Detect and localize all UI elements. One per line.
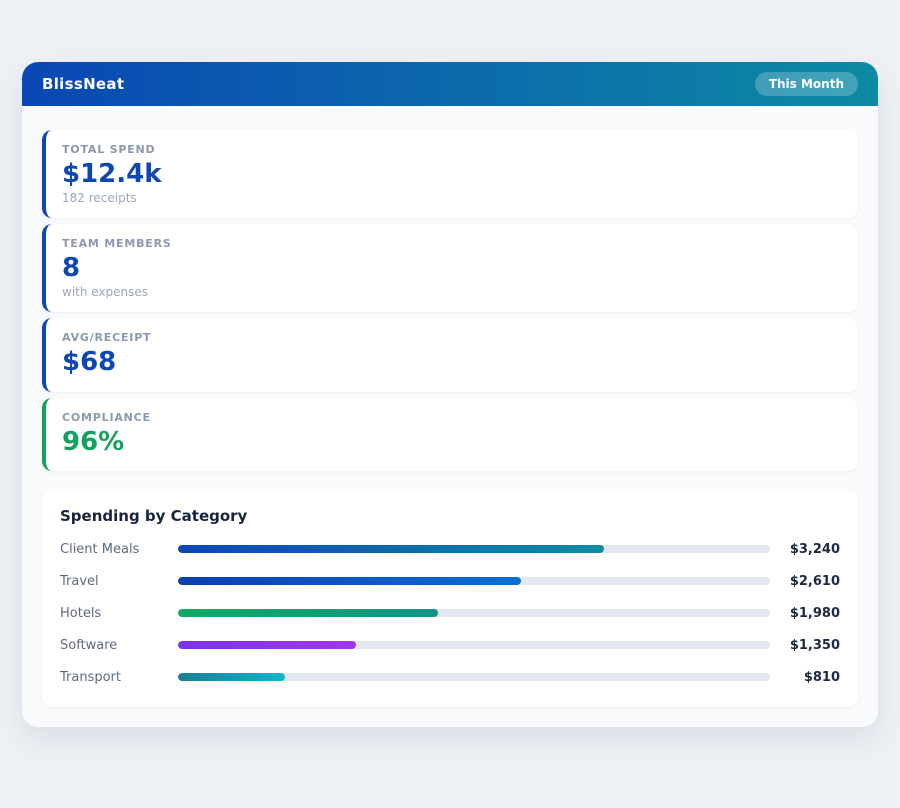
stat-card-avg-receipt: AVG/RECEIPT $68 [42,318,858,392]
spending-by-category-chart: Spending by Category Client Meals $3,240… [42,490,858,707]
chart-row-software: Software $1,350 [60,638,840,653]
category-label: Travel [60,573,99,589]
category-value: $1,980 [789,605,840,621]
stat-card-compliance: COMPLIANCE 96% [42,397,858,471]
chart-title: Spending by Category [60,506,248,525]
bar-fill [178,577,522,586]
app-header: BlissNeat This Month [22,62,878,106]
bar-track [178,609,770,618]
chart-row-client-meals: Client Meals $3,240 [60,542,840,557]
stat-label: TOTAL SPEND [62,143,156,156]
category-value: $2,610 [789,573,840,589]
stat-value: $12.4k [62,159,162,189]
category-label: Transport [60,669,122,685]
chart-rows: Client Meals $3,240 Travel $2,610 Hotels [60,542,840,685]
stat-value: 96% [62,426,125,457]
stat-subtext: 182 receipts [62,191,137,206]
stat-card-total-spend: TOTAL SPEND $12.4k 182 receipts [42,130,858,219]
category-value: $1,350 [789,637,840,653]
bar-fill [178,609,439,618]
stat-label: COMPLIANCE [62,410,151,424]
bar-fill [178,641,356,650]
stat-card-team-members: TEAM MEMBERS 8 with expenses [42,224,858,313]
stat-value: $68 [62,347,117,378]
chart-row-transport: Transport $810 [60,670,840,685]
category-value: $810 [803,669,840,685]
bar-fill [178,673,285,682]
stat-subtext: with expenses [62,285,149,300]
dashboard-content: TOTAL SPEND $12.4k 182 receipts TEAM MEM… [22,106,878,727]
stat-label: TEAM MEMBERS [62,237,172,251]
dashboard-container: BlissNeat This Month TOTAL SPEND $12.4k … [22,62,878,727]
chart-row-travel: Travel $2,610 [60,574,840,589]
bar-track [178,577,770,586]
bar-fill [178,545,605,554]
bar-track [178,641,770,650]
bar-track [178,545,770,554]
bar-track [178,673,770,682]
chart-row-hotels: Hotels $1,980 [60,606,840,621]
stat-label: AVG/RECEIPT [62,331,152,345]
period-badge[interactable]: This Month [754,72,858,96]
stat-value: 8 [62,253,81,284]
category-label: Client Meals [60,541,140,557]
category-label: Software [60,637,118,653]
category-label: Hotels [60,605,102,621]
app-title: BlissNeat [42,75,125,93]
category-value: $3,240 [789,541,840,557]
